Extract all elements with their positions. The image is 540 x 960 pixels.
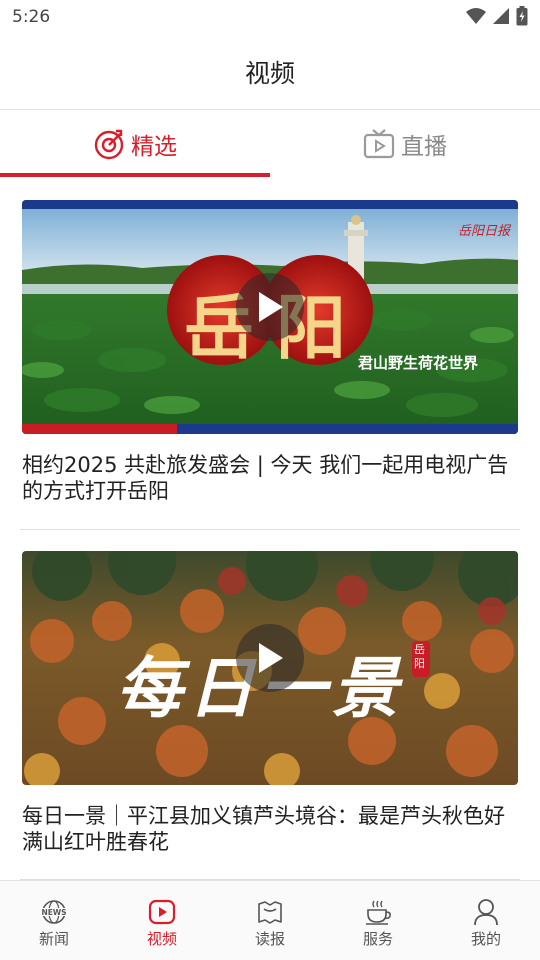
tv-play-icon (363, 129, 395, 159)
tab-live-label: 直播 (401, 134, 447, 160)
video-card[interactable]: 每日一景 岳阳 每日一景｜平江县加义镇芦头境谷：最是芦头秋色好 满山红叶胜春花 (22, 551, 518, 854)
nav-service[interactable]: 服务 (324, 881, 432, 960)
newspaper-icon (258, 901, 282, 924)
nav-news[interactable]: NEWS 新闻 (0, 881, 108, 960)
video-play-icon (148, 899, 176, 925)
play-button[interactable] (236, 273, 304, 341)
nav-newspaper[interactable]: 读报 (216, 881, 324, 960)
video-title[interactable]: 相约2025 共赴旅发盛会 | 今天 我们一起用电视广告的方式打开岳阳 (22, 452, 518, 504)
thumb-seal: 岳阳 (414, 643, 425, 670)
tab-selected-label: 精选 (131, 134, 177, 160)
cell-signal-icon (493, 8, 509, 24)
globe-news-icon: NEWS (40, 900, 68, 924)
nav-label: 视频 (146, 930, 177, 948)
tab-selected[interactable]: 精选 (0, 111, 270, 177)
selected-target-icon (94, 129, 124, 160)
nav-video[interactable]: 视频 (108, 881, 216, 960)
wifi-icon (466, 8, 486, 24)
person-icon (474, 899, 498, 926)
play-button[interactable] (236, 624, 304, 692)
video-card[interactable]: 岳阳 君山野生荷花世界 岳阳日报 相约2025 共赴旅发盛会 | 今天 我们一起… (22, 200, 518, 503)
status-icons (466, 6, 528, 26)
battery-icon (516, 6, 528, 26)
video-feed[interactable]: 岳阳 君山野生荷花世界 岳阳日报 相约2025 共赴旅发盛会 | 今天 我们一起… (0, 177, 540, 880)
page-title: 视频 (244, 59, 295, 88)
nav-label: 我的 (470, 930, 501, 948)
tab-live[interactable]: 直播 (270, 111, 540, 177)
nav-label: 读报 (254, 930, 285, 948)
nav-label: 新闻 (38, 930, 69, 948)
play-icon (259, 643, 283, 673)
app-header: 视频 (0, 34, 540, 110)
video-title[interactable]: 每日一景｜平江县加义镇芦头境谷：最是芦头秋色好 满山红叶胜春花 (22, 803, 518, 855)
thumb-caption: 君山野生荷花世界 (358, 354, 479, 372)
nav-me[interactable]: 我的 (432, 881, 540, 960)
bottom-nav: NEWS 新闻 视频 读报 服务 我的 (0, 880, 540, 960)
status-time: 5:26 (12, 7, 51, 27)
video-thumbnail[interactable]: 每日一景 岳阳 (22, 551, 518, 785)
newspaper-logo: 岳阳日报 (458, 224, 511, 239)
card-divider (20, 529, 520, 530)
svg-text:NEWS: NEWS (41, 908, 66, 917)
status-bar: 5:26 (0, 0, 540, 34)
coffee-cup-icon (366, 900, 391, 925)
nav-label: 服务 (362, 930, 393, 948)
play-icon (259, 292, 283, 322)
video-tabs: 精选 直播 (0, 111, 540, 177)
video-thumbnail[interactable]: 岳阳 君山野生荷花世界 岳阳日报 (22, 200, 518, 434)
